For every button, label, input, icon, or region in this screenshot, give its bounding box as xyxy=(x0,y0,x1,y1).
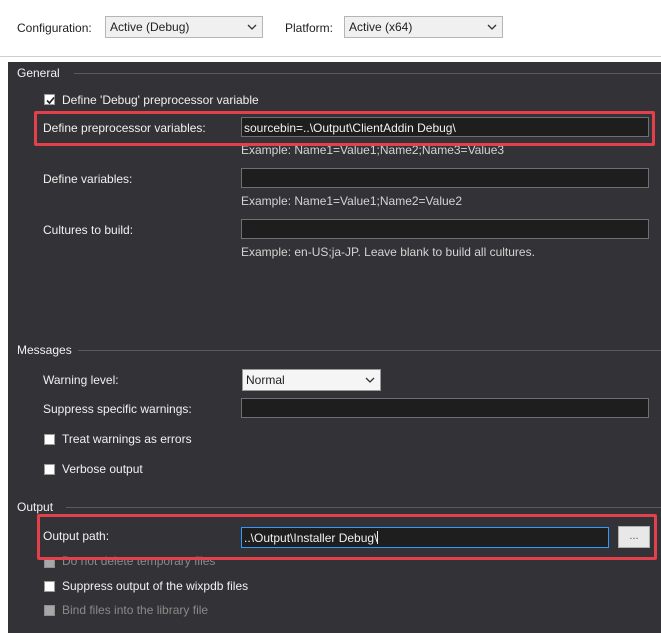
platform-value: Active (x64) xyxy=(349,20,413,34)
treat-warnings-checkbox[interactable] xyxy=(44,434,55,445)
define-vars-example: Example: Name1=Value1;Name2=Value2 xyxy=(241,194,463,208)
platform-label: Platform: xyxy=(285,21,334,35)
chevron-down-icon xyxy=(365,377,375,383)
section-divider xyxy=(74,73,661,74)
configuration-bar: Configuration: Active (Debug) Platform: … xyxy=(0,0,661,57)
treat-warnings-label: Treat warnings as errors xyxy=(62,432,192,446)
no-delete-temp-label: Do not delete temporary files xyxy=(62,554,216,568)
configuration-label: Configuration: xyxy=(17,21,92,35)
cultures-example: Example: en-US;ja-JP. Leave blank to bui… xyxy=(241,245,535,259)
configuration-value: Active (Debug) xyxy=(110,20,190,34)
define-debug-checkbox[interactable] xyxy=(44,94,55,105)
output-path-value: ..\Output\Installer Debug\ xyxy=(244,531,378,545)
section-divider xyxy=(66,507,661,508)
output-path-input[interactable]: ..\Output\Installer Debug\ xyxy=(241,527,609,548)
warning-level-label: Warning level: xyxy=(43,373,119,387)
output-section-header: Output xyxy=(17,500,54,514)
warning-level-value: Normal xyxy=(246,373,285,387)
chevron-down-icon xyxy=(247,24,257,30)
properties-panel: General Define 'Debug' preprocessor vari… xyxy=(8,62,661,633)
text-caret xyxy=(377,531,379,544)
preproc-vars-example: Example: Name1=Value1;Name2;Name3=Value3 xyxy=(241,143,505,157)
chevron-down-icon xyxy=(487,24,497,30)
warning-level-dropdown[interactable]: Normal xyxy=(242,369,381,391)
preproc-vars-label: Define preprocessor variables: xyxy=(43,121,206,135)
suppress-wixpdb-label: Suppress output of the wixpdb files xyxy=(62,579,249,593)
top-divider xyxy=(0,56,661,57)
verbose-output-checkbox[interactable] xyxy=(44,464,55,475)
checkmark-icon xyxy=(46,96,55,105)
no-delete-temp-checkbox[interactable] xyxy=(44,557,55,568)
platform-dropdown[interactable]: Active (x64) xyxy=(344,16,503,38)
preproc-vars-input[interactable]: sourcebin=..\Output\ClientAddin Debug\ xyxy=(241,117,649,137)
general-section-header: General xyxy=(17,66,60,80)
bind-files-label: Bind files into the library file xyxy=(62,603,209,617)
suppress-warnings-label: Suppress specific warnings: xyxy=(43,402,192,416)
verbose-output-label: Verbose output xyxy=(62,462,143,476)
bind-files-checkbox[interactable] xyxy=(44,605,55,616)
define-vars-input[interactable] xyxy=(241,168,649,188)
configuration-dropdown[interactable]: Active (Debug) xyxy=(105,16,263,38)
cultures-input[interactable] xyxy=(241,219,649,239)
browse-button[interactable]: ... xyxy=(618,526,650,548)
output-path-label: Output path: xyxy=(43,529,110,543)
section-divider xyxy=(78,350,661,351)
messages-section-header: Messages xyxy=(17,343,72,357)
cultures-label: Cultures to build: xyxy=(43,223,134,237)
define-debug-label: Define 'Debug' preprocessor variable xyxy=(62,93,259,107)
define-vars-label: Define variables: xyxy=(43,172,133,186)
suppress-wixpdb-checkbox[interactable] xyxy=(44,581,55,592)
suppress-warnings-input[interactable] xyxy=(241,398,649,418)
